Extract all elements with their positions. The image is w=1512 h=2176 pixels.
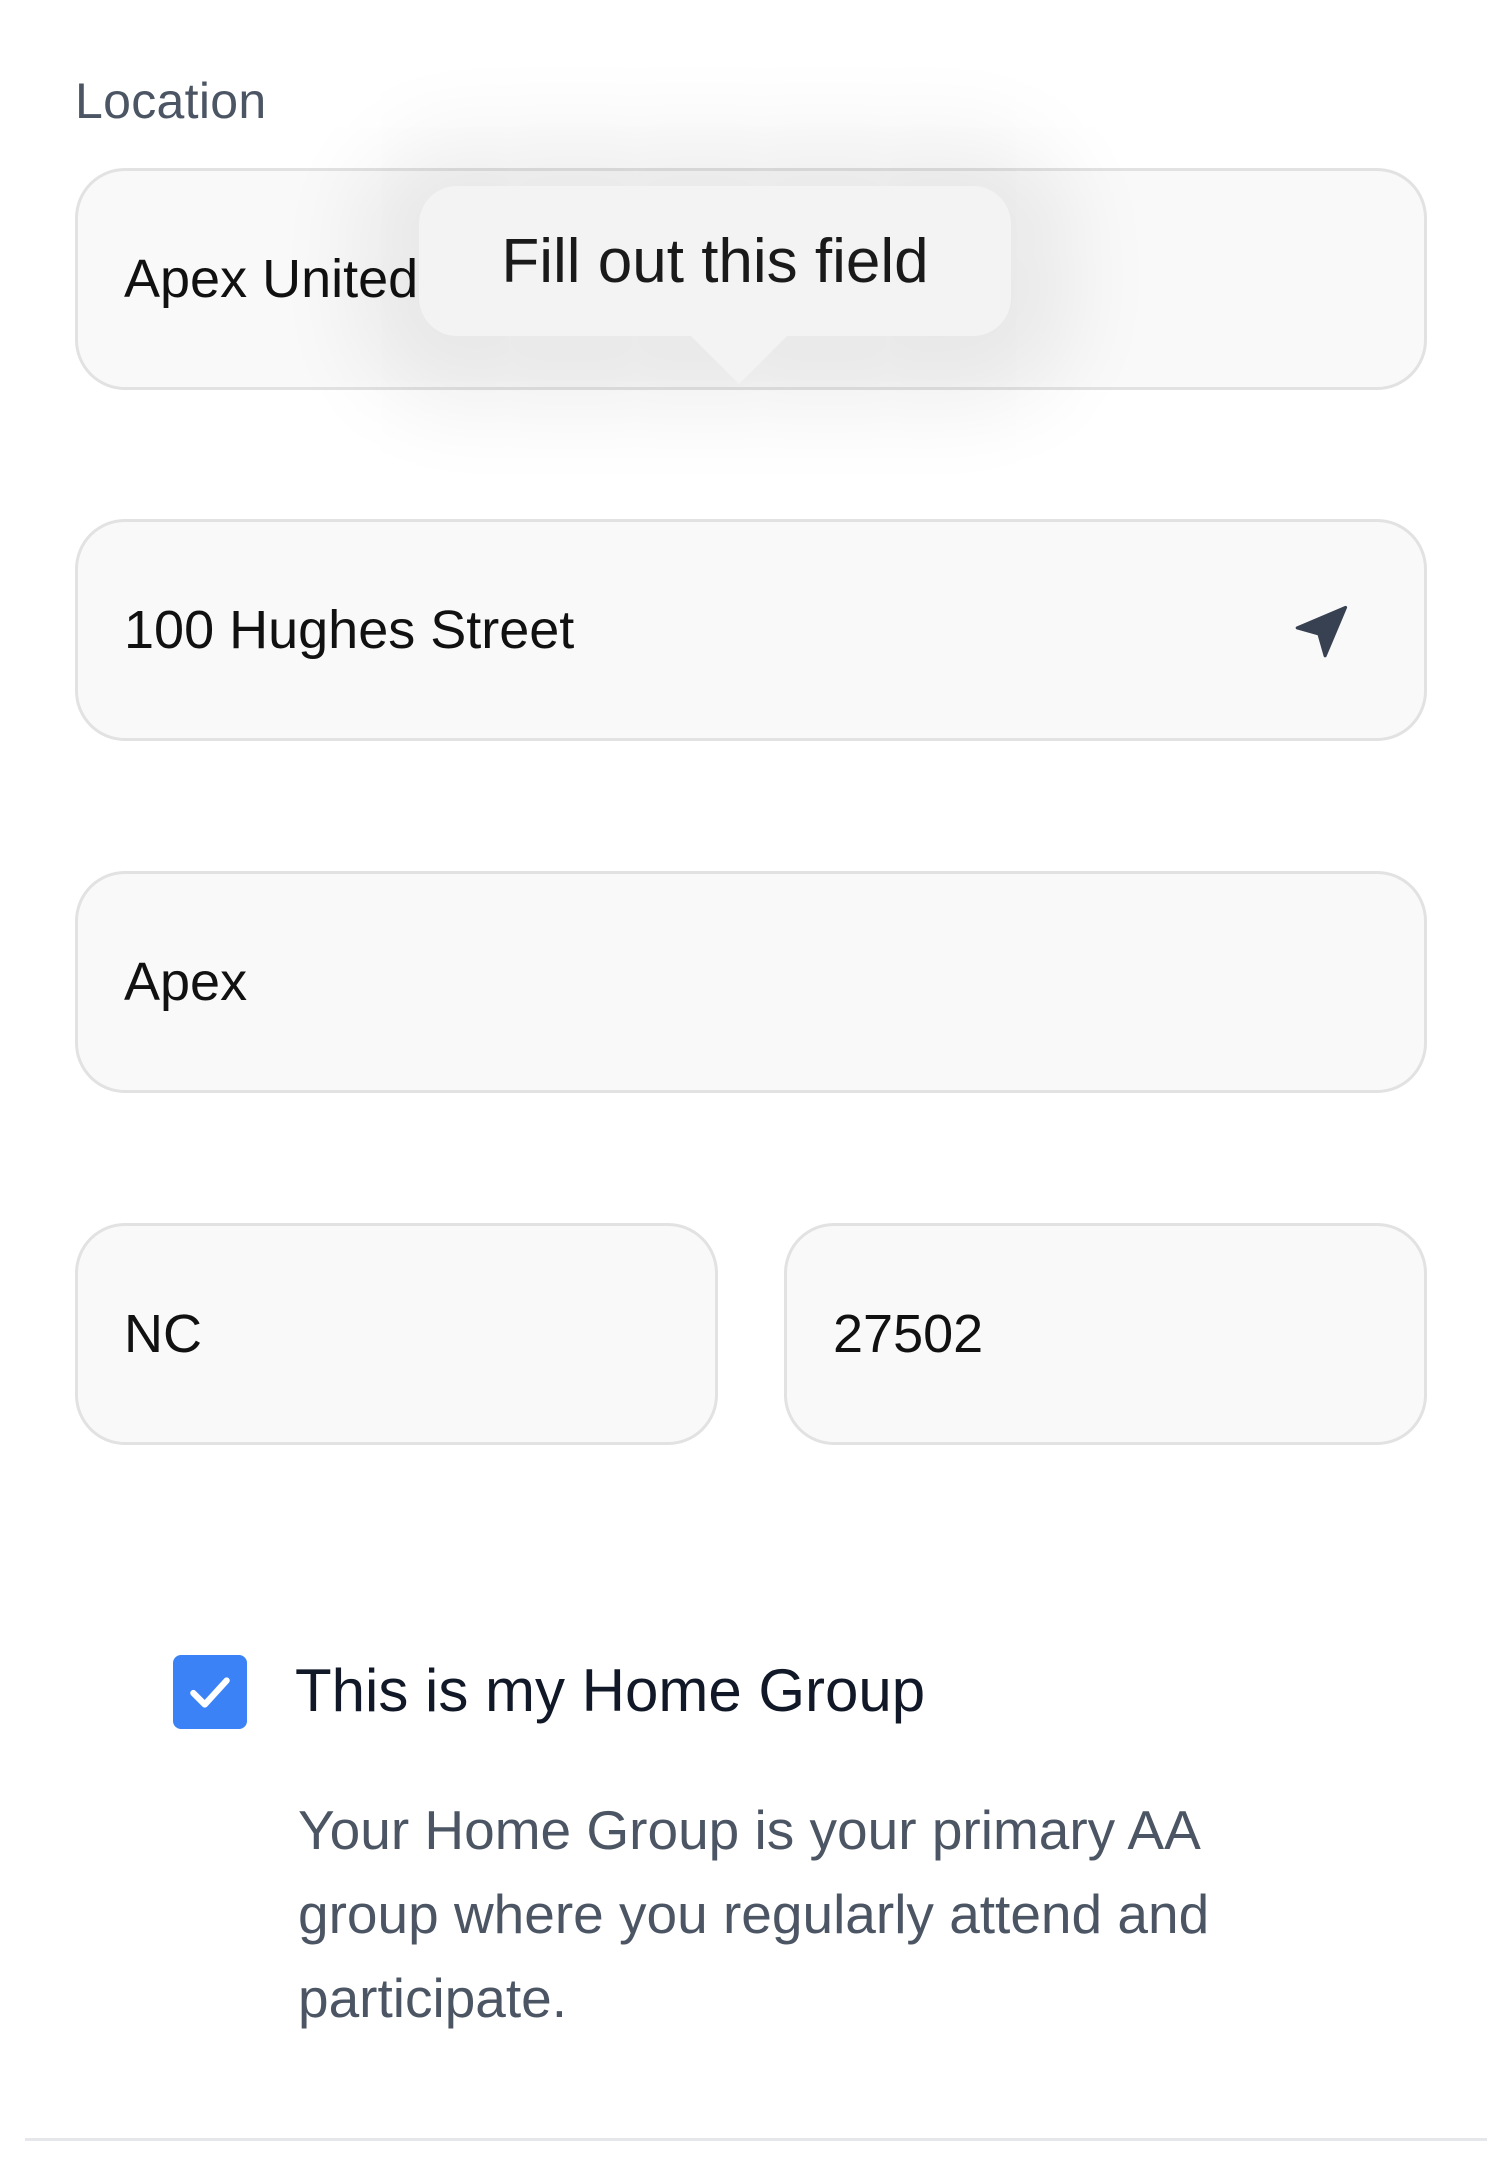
home-group-checkbox[interactable]: [173, 1655, 247, 1729]
zip-code-input[interactable]: 27502: [784, 1223, 1427, 1445]
home-group-help-text: Your Home Group is your primary AA group…: [298, 1799, 1210, 2029]
state-value: NC: [124, 1304, 202, 1364]
street-address-input[interactable]: 100 Hughes Street: [75, 519, 1427, 741]
state-input[interactable]: NC: [75, 1223, 718, 1445]
zip-code-value: 27502: [833, 1304, 984, 1364]
location-section-label: Location: [75, 73, 267, 129]
validation-tooltip: Fill out this field: [419, 186, 1011, 336]
validation-tooltip-arrow: [689, 334, 789, 384]
city-value: Apex: [124, 952, 248, 1012]
city-input[interactable]: Apex: [75, 871, 1427, 1093]
home-group-label[interactable]: This is my Home Group: [295, 1656, 925, 1725]
validation-tooltip-text: Fill out this field: [501, 226, 929, 296]
street-address-value: 100 Hughes Street: [124, 600, 575, 660]
checkmark-icon: [190, 1677, 230, 1708]
divider: [25, 2138, 1487, 2141]
location-arrow-icon[interactable]: [1290, 601, 1352, 663]
